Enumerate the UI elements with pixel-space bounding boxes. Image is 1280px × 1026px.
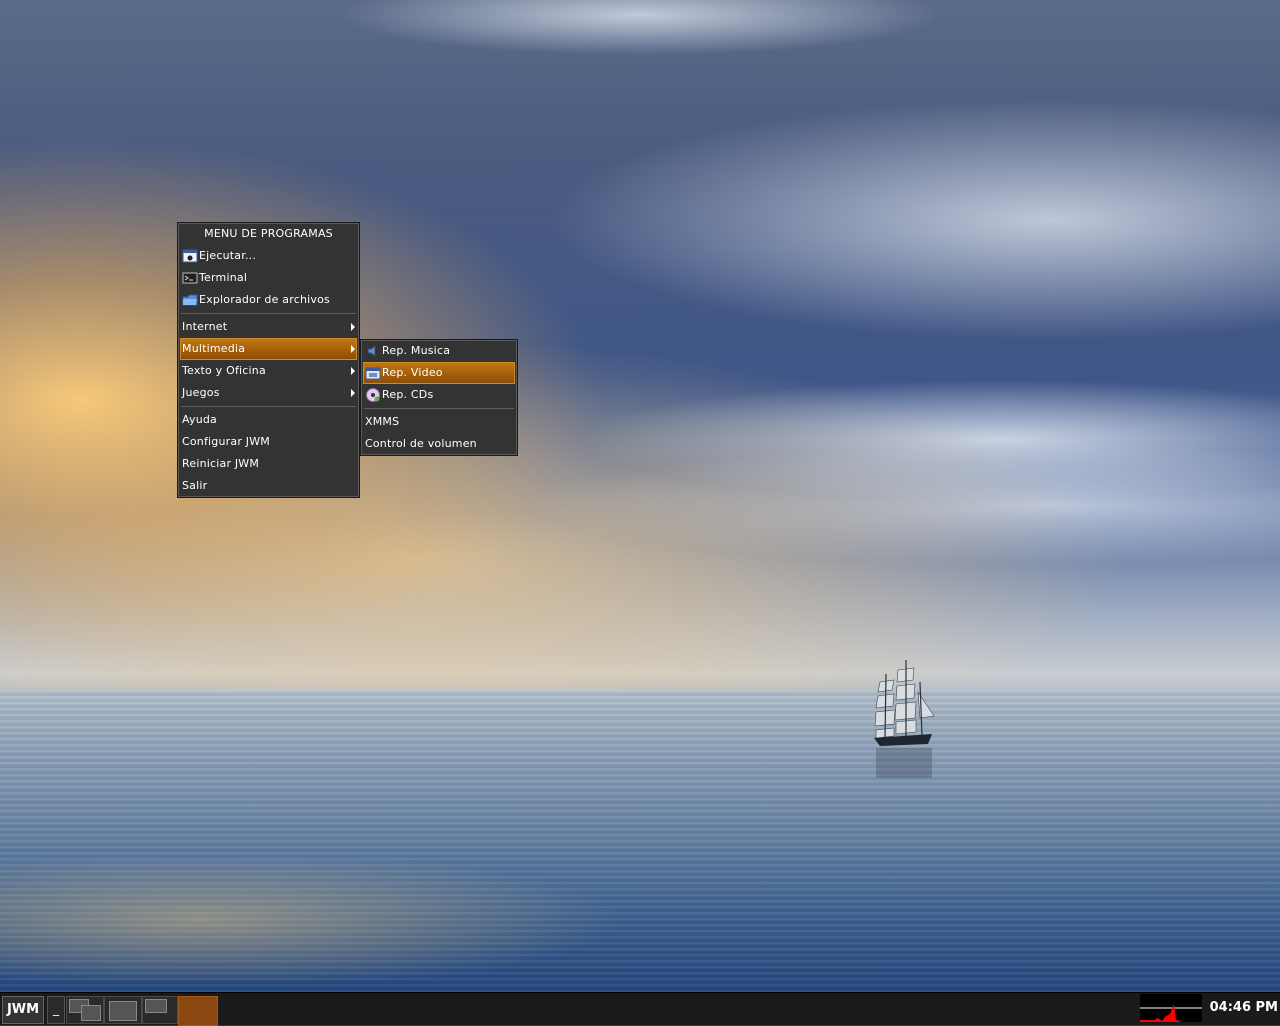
menu-item-control-volumen[interactable]: Control de volumen (361, 433, 517, 455)
pager-window (145, 999, 167, 1013)
menu-item-label: Ejecutar... (199, 249, 257, 262)
menu-item-label: XMMS (365, 415, 400, 428)
menu-item-label: Explorador de archivos (199, 293, 330, 306)
menu-item-label: Multimedia (182, 342, 246, 355)
pager-desktop-2[interactable] (104, 996, 142, 1024)
menu-item-label: Rep. CDs (382, 388, 434, 401)
run-icon (182, 248, 198, 264)
menu-item-rep-cds[interactable]: Rep. CDs (361, 384, 517, 406)
terminal-icon (182, 270, 198, 286)
multimedia-submenu: Rep. Musica Rep. Video Rep. CDs XMMS Con… (360, 339, 518, 456)
taskbar-active-window-button[interactable] (178, 996, 218, 1026)
menu-title: MENU DE PROGRAMAS (204, 227, 333, 240)
sailing-ship-image (874, 660, 935, 778)
menu-item-salir[interactable]: Salir (178, 475, 359, 497)
menu-item-label: Juegos (182, 386, 220, 399)
menu-item-ejecutar[interactable]: Ejecutar... (178, 245, 359, 267)
start-menu-button[interactable]: JWM (2, 996, 44, 1024)
menu-item-label: Reiniciar JWM (182, 457, 260, 470)
menu-item-multimedia[interactable]: Multimedia (180, 338, 357, 360)
menu-item-xmms[interactable]: XMMS (361, 411, 517, 433)
submenu-arrow-icon (351, 323, 355, 331)
pager-desktop-3[interactable] (142, 996, 178, 1024)
submenu-arrow-icon (351, 367, 355, 375)
menu-item-configurar-jwm[interactable]: Configurar JWM (178, 431, 359, 453)
cpu-load-graph (1140, 994, 1202, 1022)
menu-item-juegos[interactable]: Juegos (178, 382, 359, 404)
menu-item-explorador[interactable]: Explorador de archivos (178, 289, 359, 311)
menu-item-terminal[interactable]: Terminal (178, 267, 359, 289)
menu-item-rep-musica[interactable]: Rep. Musica (361, 340, 517, 362)
menu-item-label: Terminal (199, 271, 248, 284)
menu-item-ayuda[interactable]: Ayuda (178, 409, 359, 431)
folder-icon (182, 292, 198, 308)
menu-item-label: Control de volumen (365, 437, 477, 450)
main-menu: MENU DE PROGRAMAS Ejecutar... Terminal E… (177, 222, 360, 498)
clock[interactable]: 04:46 PM (1202, 992, 1278, 1024)
submenu-arrow-icon (351, 345, 355, 353)
speaker-icon (365, 343, 381, 359)
pager-window (81, 1005, 101, 1021)
menu-item-label: Ayuda (182, 413, 217, 426)
menu-item-label: Internet (182, 320, 228, 333)
pager-window (109, 1001, 137, 1021)
submenu-arrow-icon (351, 389, 355, 397)
sea-glow (0, 860, 700, 980)
pager-desktop-1[interactable] (66, 996, 104, 1024)
menu-item-reiniciar-jwm[interactable]: Reiniciar JWM (178, 453, 359, 475)
menu-item-rep-video[interactable]: Rep. Video (363, 362, 515, 384)
menu-item-label: Texto y Oficina (182, 364, 266, 377)
menu-item-texto-oficina[interactable]: Texto y Oficina (178, 360, 359, 382)
taskbar: JWM _ (0, 992, 1280, 1026)
video-icon (365, 365, 381, 381)
menu-item-label: Rep. Musica (382, 344, 451, 357)
menu-item-internet[interactable]: Internet (178, 316, 359, 338)
show-desktop-button[interactable]: _ (47, 996, 65, 1024)
menu-item-label: Rep. Video (382, 366, 443, 379)
menu-item-label: Configurar JWM (182, 435, 270, 448)
cd-icon (365, 387, 381, 403)
menu-item-label: Salir (182, 479, 208, 492)
